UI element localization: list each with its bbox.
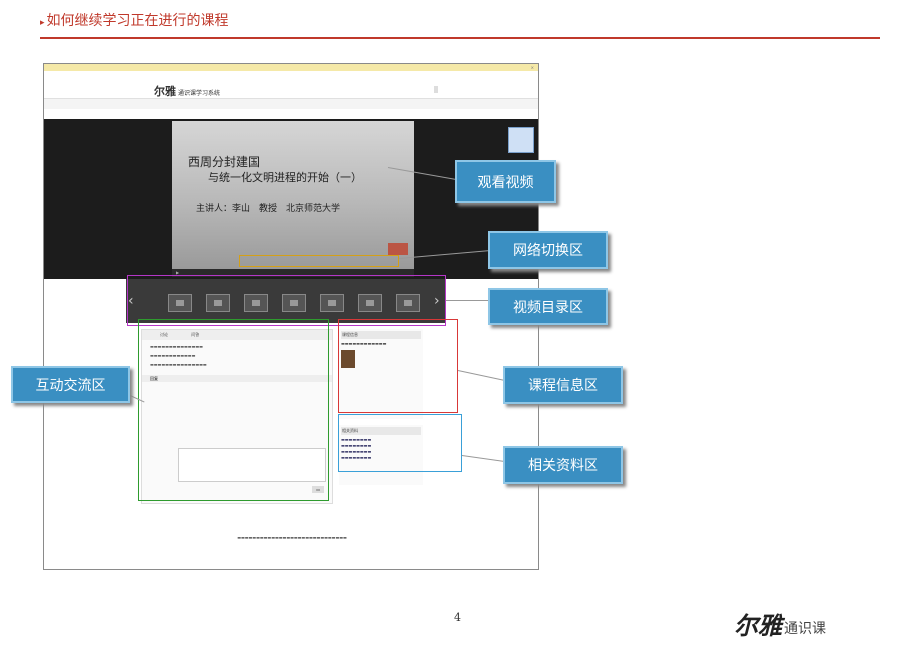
interaction-highlight bbox=[138, 319, 329, 501]
connector-line bbox=[446, 300, 490, 301]
site-logo: 尔雅 通识课学习系统 bbox=[154, 83, 220, 99]
slide-title: ▸ 如何继续学习正在进行的课程 bbox=[40, 10, 229, 30]
top-links bbox=[44, 71, 538, 79]
video-title-line1: 西周分封建国 bbox=[188, 155, 261, 169]
site-logo-mark: 尔雅 bbox=[154, 85, 176, 98]
callout-course-info: 课程信息区 bbox=[503, 366, 623, 404]
video-frame: 西周分封建国 与统一化文明进程的开始（一） 主讲人：李山 教授 北京师范大学 bbox=[172, 121, 414, 269]
close-icon: × bbox=[530, 65, 534, 70]
course-info-highlight bbox=[338, 319, 458, 413]
side-banner bbox=[508, 127, 534, 153]
callout-network-switch: 网络切换区 bbox=[488, 231, 608, 269]
brand-label: 通识课 bbox=[784, 621, 826, 637]
callout-watch-video: 观看视频 bbox=[455, 160, 556, 203]
site-name: 通识课学习系统 bbox=[178, 90, 221, 97]
callout-related-materials: 相关资料区 bbox=[503, 446, 623, 484]
network-switch-highlight bbox=[239, 255, 399, 267]
bullet-icon: ▸ bbox=[40, 18, 45, 28]
site-header: 尔雅 通识课学习系统 bbox=[44, 79, 538, 99]
callout-interaction: 互动交流区 bbox=[11, 366, 130, 403]
video-title-line2: 与统一化文明进程的开始（一） bbox=[208, 171, 362, 184]
page-footer: ▬▬▬▬▬▬▬▬▬▬▬▬▬▬▬▬▬▬▬▬▬▬▬▬▬▬▬▬▬ bbox=[237, 535, 347, 540]
my-course-button bbox=[434, 86, 438, 93]
slide-title-text: 如何继续学习正在进行的课程 bbox=[46, 13, 229, 29]
brand-logo: 尔雅 通识课 bbox=[734, 606, 826, 641]
materials-highlight bbox=[338, 414, 462, 472]
page-number: 4 bbox=[454, 611, 461, 624]
callout-video-catalog: 视频目录区 bbox=[488, 288, 608, 325]
breadcrumb bbox=[44, 99, 538, 109]
user-area bbox=[434, 86, 438, 93]
video-watermark-logo bbox=[388, 243, 408, 255]
notice-bar: × bbox=[44, 64, 538, 71]
brand-logo-mark: 尔雅 bbox=[734, 611, 782, 640]
title-divider bbox=[40, 37, 880, 39]
video-speaker: 主讲人：李山 教授 北京师范大学 bbox=[196, 204, 341, 214]
